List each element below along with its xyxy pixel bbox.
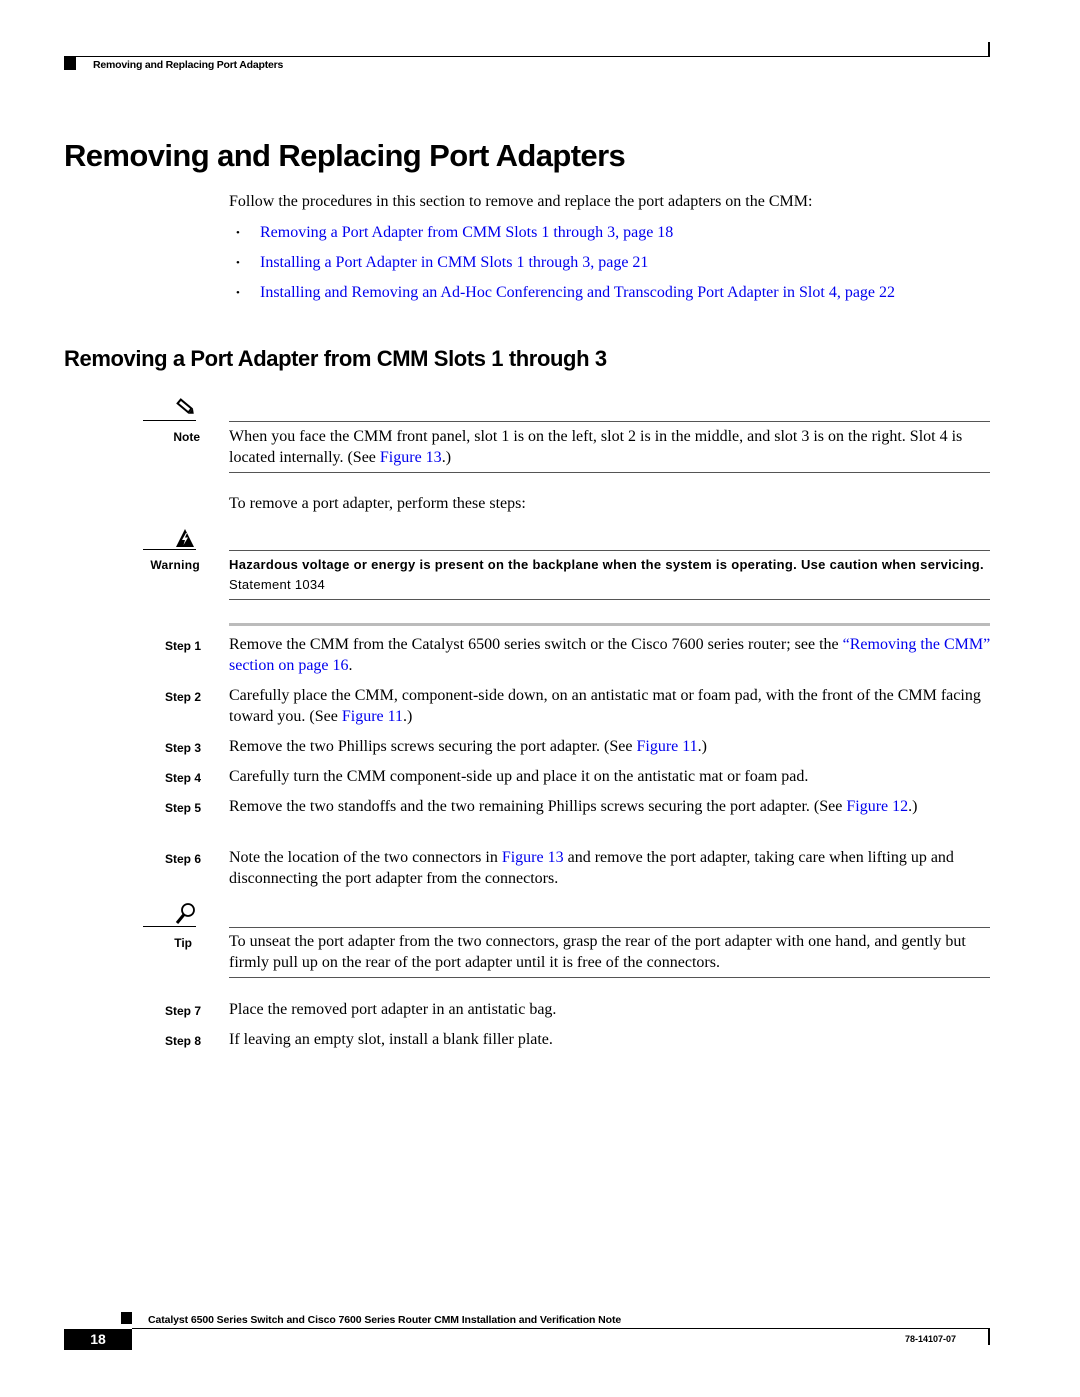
toc-link-installing[interactable]: Installing a Port Adapter in CMM Slots 1…	[260, 254, 648, 271]
warning-text: Hazardous voltage or energy is present o…	[229, 557, 984, 592]
magnifier-icon	[175, 903, 195, 924]
warning-top-rule	[229, 550, 990, 551]
running-header: Removing and Replacing Port Adapters	[93, 59, 284, 71]
step-text: Remove the CMM from the Catalyst 6500 se…	[229, 636, 991, 674]
footer-rule	[132, 1328, 990, 1329]
step-text: Note the location of the two connectors …	[229, 849, 954, 887]
note-figure-link[interactable]: Figure 13	[380, 449, 442, 466]
footer-doc-title: Catalyst 6500 Series Switch and Cisco 76…	[148, 1314, 622, 1326]
high-voltage-icon	[176, 529, 194, 547]
step-text: Remove the two standoffs and the two rem…	[229, 798, 918, 815]
header-corner-bar	[988, 42, 990, 57]
toc-link-removing[interactable]: Removing a Port Adapter from CMM Slots 1…	[260, 224, 673, 241]
toc-item: Installing and Removing an Ad-Hoc Confer…	[229, 282, 895, 312]
toc-item: Installing a Port Adapter in CMM Slots 1…	[229, 252, 895, 282]
step-label: Step 5	[164, 801, 201, 815]
tip-bottom-rule	[229, 977, 990, 978]
step-text: Place the removed port adapter in an ant…	[229, 1001, 557, 1018]
note-bottom-rule	[229, 472, 990, 473]
toc-list: Removing a Port Adapter from CMM Slots 1…	[229, 222, 895, 312]
step-label: Step 7	[164, 1004, 201, 1018]
note-label: Note	[173, 430, 200, 444]
step-label: Step 4	[164, 771, 201, 785]
toc-item: Removing a Port Adapter from CMM Slots 1…	[229, 222, 895, 252]
step-label: Step 3	[164, 741, 201, 755]
section-title: Removing a Port Adapter from CMM Slots 1…	[64, 346, 607, 371]
warning-icon-rule	[143, 549, 196, 550]
note-top-rule	[229, 421, 990, 422]
note-icon-rule	[143, 420, 196, 421]
step-label: Step 8	[164, 1034, 201, 1048]
step-label: Step 1	[164, 639, 201, 653]
page-title: Removing and Replacing Port Adapters	[64, 138, 626, 173]
step-text: If leaving an empty slot, install a blan…	[229, 1031, 553, 1048]
step-label: Step 2	[164, 690, 201, 704]
steps-intro: To remove a port adapter, perform these …	[229, 495, 526, 512]
toc-link-adhoc[interactable]: Installing and Removing an Ad-Hoc Confer…	[260, 284, 895, 301]
intro-paragraph: Follow the procedures in this section to…	[229, 193, 813, 210]
tip-text: To unseat the port adapter from the two …	[229, 933, 966, 971]
step-text: Carefully turn the CMM component-side up…	[229, 768, 809, 785]
footer-corner-bar	[988, 1329, 990, 1345]
tip-label: Tip	[174, 936, 192, 950]
warning-bottom-rule	[229, 599, 990, 600]
note-text: When you face the CMM front panel, slot …	[229, 428, 963, 466]
figure-13-link[interactable]: Figure 13	[502, 849, 564, 866]
header-marker	[64, 57, 76, 70]
step-text: Carefully place the CMM, component-side …	[229, 687, 981, 725]
header-rule	[64, 56, 990, 57]
figure-11-link[interactable]: Figure 11	[342, 708, 403, 725]
figure-12-link[interactable]: Figure 12	[846, 798, 908, 815]
step-text: Remove the two Phillips screws securing …	[229, 738, 707, 755]
doc-number: 78-14107-07	[905, 1334, 957, 1344]
step-label: Step 6	[164, 852, 201, 866]
page-number: 18	[64, 1329, 132, 1350]
procedure-start-rule	[229, 623, 990, 626]
figure-11-link[interactable]: Figure 11	[636, 738, 697, 755]
pencil-icon	[176, 398, 194, 414]
tip-icon-rule	[143, 926, 196, 927]
footer-marker	[121, 1312, 132, 1324]
tip-top-rule	[229, 927, 990, 928]
warning-label: Warning	[150, 558, 200, 572]
